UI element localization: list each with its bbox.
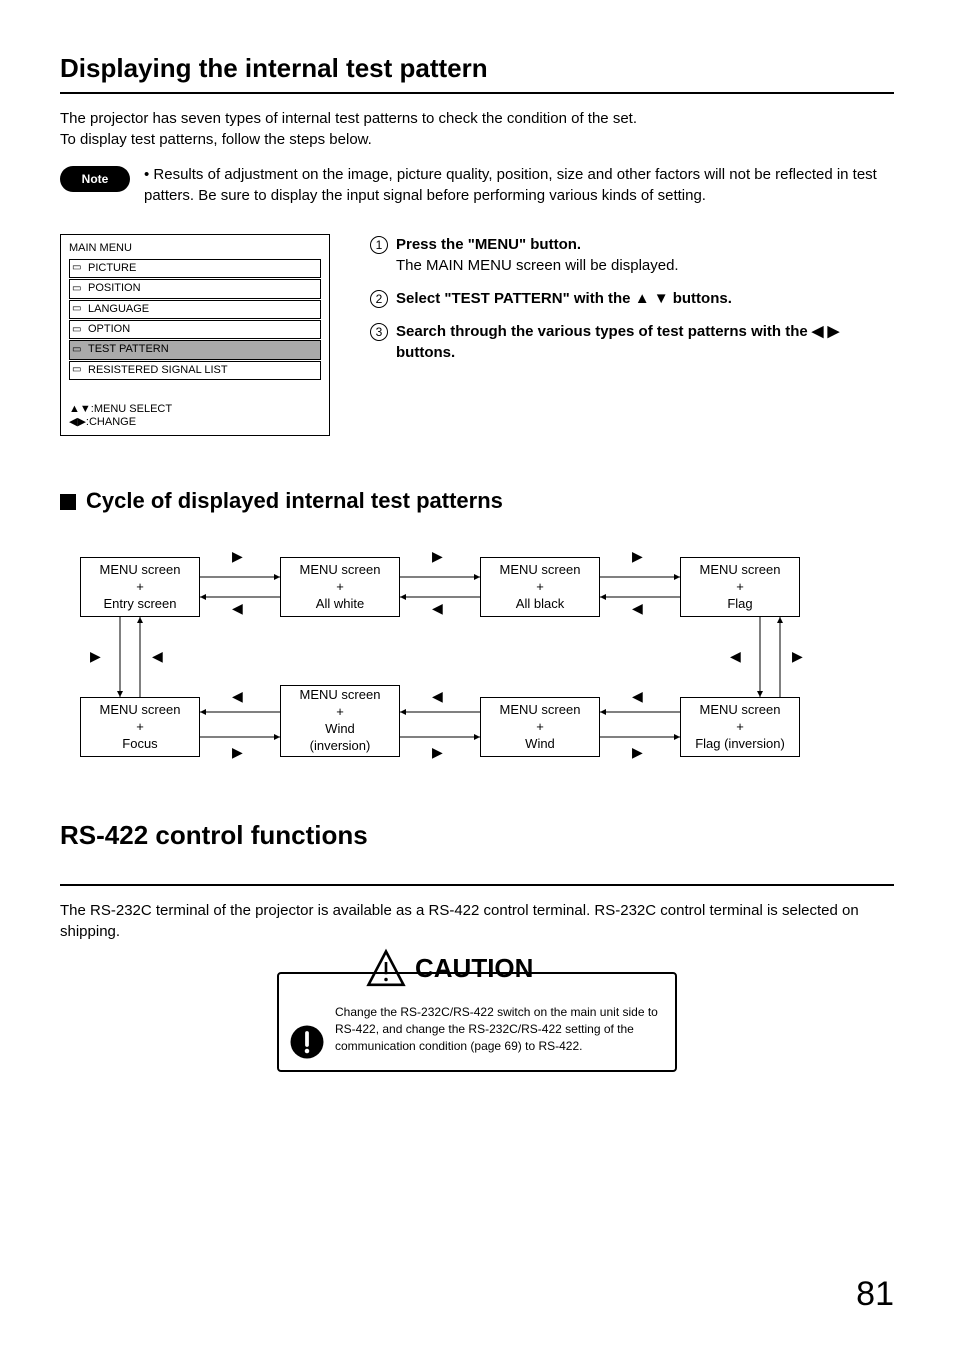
cycle-arrows xyxy=(60,537,840,797)
main-menu-screenshot: MAIN MENU ▭ PICTURE ▭ POSITION ▭ LANGUAGE ▭… xyxy=(60,234,330,436)
right-arrow-icon: ▶ xyxy=(632,743,643,763)
menu-icon: ▭ xyxy=(72,302,84,316)
left-arrow-icon: ◀ xyxy=(152,647,163,667)
menu-footer-line1: ▲▼:MENU SELECT xyxy=(69,403,172,416)
cycle-heading: Cycle of displayed internal test pattern… xyxy=(60,486,894,517)
divider xyxy=(60,92,894,94)
note-block: Note • Results of adjustment on the imag… xyxy=(60,164,894,206)
page-number: 81 xyxy=(856,1271,894,1319)
step-title: Press the "MENU" button. xyxy=(396,234,894,255)
square-bullet-icon xyxy=(60,494,76,510)
intro-text-2: To display test patterns, follow the ste… xyxy=(60,129,894,150)
menu-label: TEST PATTERN xyxy=(88,342,169,357)
menu-label: OPTION xyxy=(88,322,130,337)
right-arrow-icon: ▶ xyxy=(432,547,443,567)
steps-column: 1 Press the "MENU" button. The MAIN MENU… xyxy=(370,234,894,375)
menu-footer-line2: ◀▶:CHANGE xyxy=(69,416,172,429)
step-title: Search through the various types of test… xyxy=(396,321,894,363)
cycle-heading-text: Cycle of displayed internal test pattern… xyxy=(86,486,503,517)
menu-icon: ▭ xyxy=(72,363,84,377)
step-subtitle: The MAIN MENU screen will be displayed. xyxy=(396,255,894,276)
right-arrow-icon: ▶ xyxy=(792,647,803,667)
step-2: 2 Select "TEST PATTERN" with the ▲ ▼ but… xyxy=(370,288,894,309)
note-text: • Results of adjustment on the image, pi… xyxy=(144,164,894,206)
menu-label: RESISTERED SIGNAL LIST xyxy=(88,363,228,378)
step-3: 3 Search through the various types of te… xyxy=(370,321,894,363)
menu-item-option: ▭ OPTION xyxy=(69,320,321,339)
step-1: 1 Press the "MENU" button. The MAIN MENU… xyxy=(370,234,894,276)
rs422-intro: The RS-232C terminal of the projector is… xyxy=(60,900,894,942)
menu-item-position: ▭ POSITION xyxy=(69,279,321,298)
cycle-diagram: MENU screen+Entry screen MENU screen+All… xyxy=(60,537,894,797)
menu-icon: ▭ xyxy=(72,261,84,275)
left-arrow-icon: ◀ xyxy=(232,599,243,619)
left-arrow-icon: ◀ xyxy=(432,599,443,619)
menu-icon: ▭ xyxy=(72,343,84,357)
caution-text: Change the RS-232C/RS-422 switch on the … xyxy=(335,1004,663,1056)
menu-label: LANGUAGE xyxy=(88,302,149,317)
step-number: 1 xyxy=(370,236,388,254)
left-arrow-icon: ◀ xyxy=(632,599,643,619)
warning-circle-icon xyxy=(289,1024,325,1060)
menu-icon: ▭ xyxy=(72,282,84,296)
step-number: 2 xyxy=(370,290,388,308)
step-number: 3 xyxy=(370,323,388,341)
page-title: Displaying the internal test pattern xyxy=(60,50,894,86)
right-arrow-icon: ▶ xyxy=(232,743,243,763)
intro-text-1: The projector has seven types of interna… xyxy=(60,108,894,129)
caution-frame: Change the RS-232C/RS-422 switch on the … xyxy=(277,972,677,1072)
divider xyxy=(60,884,894,886)
menu-title: MAIN MENU xyxy=(69,241,321,256)
menu-item-language: ▭ LANGUAGE xyxy=(69,300,321,319)
menu-label: PICTURE xyxy=(88,261,136,276)
left-arrow-icon: ◀ xyxy=(432,687,443,707)
right-arrow-icon: ▶ xyxy=(432,743,443,763)
content-columns: MAIN MENU ▭ PICTURE ▭ POSITION ▭ LANGUAGE ▭… xyxy=(60,234,894,436)
rs422-title: RS-422 control functions xyxy=(60,817,894,853)
menu-item-registered-list: ▭ RESISTERED SIGNAL LIST xyxy=(69,361,321,380)
left-arrow-icon: ◀ xyxy=(232,687,243,707)
caution-box: CAUTION Change the RS-232C/RS-422 switch… xyxy=(277,972,677,1072)
menu-item-picture: ▭ PICTURE xyxy=(69,259,321,278)
right-arrow-icon: ▶ xyxy=(232,547,243,567)
right-arrow-icon: ▶ xyxy=(90,647,101,667)
menu-footer: ▲▼:MENU SELECT ◀▶:CHANGE xyxy=(69,403,172,429)
step-title: Select "TEST PATTERN" with the ▲ ▼ butto… xyxy=(396,288,894,309)
left-arrow-icon: ◀ xyxy=(730,647,741,667)
left-arrow-icon: ◀ xyxy=(632,687,643,707)
right-arrow-icon: ▶ xyxy=(632,547,643,567)
menu-item-test-pattern: ▭ TEST PATTERN xyxy=(69,340,321,359)
menu-label: POSITION xyxy=(88,281,141,296)
note-badge: Note xyxy=(60,166,130,192)
menu-icon: ▭ xyxy=(72,323,84,337)
